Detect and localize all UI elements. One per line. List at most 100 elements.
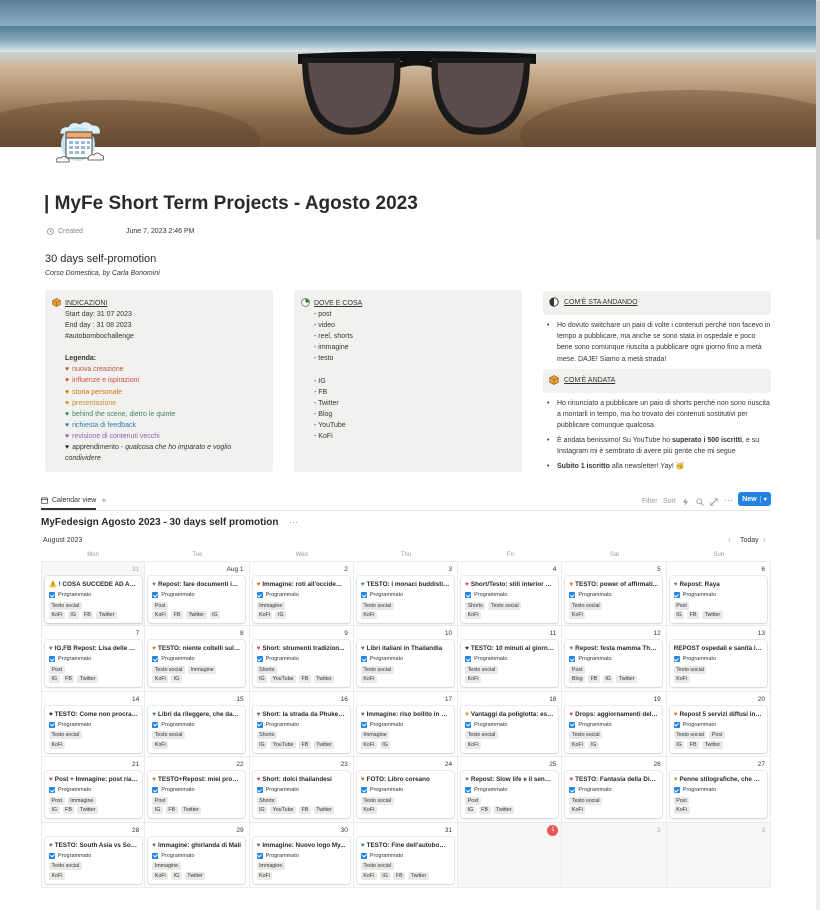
checkbox-checked-icon[interactable] bbox=[465, 592, 472, 598]
calendar-day-cell[interactable]: 4 ♥ Short/Testo: stili interior d... Progra… bbox=[458, 561, 563, 627]
event-card[interactable]: ♥ TESTO: niente coltelli sulle ... Program… bbox=[148, 640, 246, 688]
checkbox-checked-icon[interactable] bbox=[49, 592, 55, 598]
calendar-icon[interactable] bbox=[56, 120, 104, 164]
checkbox-checked-icon[interactable] bbox=[465, 787, 472, 794]
calendar-day-cell[interactable]: 19 ♥ Drops: aggiornamenti dell'... Programm… bbox=[562, 691, 667, 758]
event-card[interactable]: ♥ TESTO: i monaci buddisti d... Programmat… bbox=[356, 576, 454, 623]
chevron-right-icon[interactable]: › bbox=[763, 535, 766, 544]
expand-icon[interactable] bbox=[710, 498, 718, 506]
event-card[interactable]: ♥ Penne stilografiche, che pa... Programma… bbox=[669, 771, 767, 819]
checkbox-checked-icon[interactable] bbox=[49, 721, 55, 728]
calendar-day-cell[interactable]: 22 ♥ TESTO+Repost: miei probl... Programmat… bbox=[145, 757, 250, 823]
checkbox-checked-icon[interactable] bbox=[569, 592, 576, 598]
calendar-day-cell[interactable]: 8 ♥ TESTO: niente coltelli sulle ... Progra… bbox=[145, 626, 250, 692]
checkbox-checked-icon[interactable] bbox=[152, 592, 159, 598]
calendar-day-cell[interactable]: 9 ♥ Short: strumenti tradizion... Programma… bbox=[249, 626, 354, 692]
filter-button[interactable]: Filter bbox=[642, 498, 658, 505]
checkbox-checked-icon[interactable] bbox=[152, 656, 159, 663]
calendar-day-cell[interactable]: 6 ♥ Repost: Raya Programmato Post IG FB Twitter bbox=[666, 561, 771, 627]
chevron-down-icon[interactable]: ▾ bbox=[759, 495, 767, 503]
event-card[interactable]: ♥ Libri da rileggere, che dan... Programma… bbox=[148, 705, 246, 753]
checkbox-checked-icon[interactable] bbox=[360, 852, 367, 859]
checkbox-checked-icon[interactable] bbox=[360, 656, 367, 663]
event-card[interactable]: ♥ TESTO: South Asia vs Sout... Programmato… bbox=[45, 836, 142, 884]
calendar-day-cell[interactable]: 28 ♥ TESTO: South Asia vs Sout... Programma… bbox=[41, 822, 146, 888]
calendar-day-cell[interactable]: 23 ♥ Short: dolci thailandesi Programmato Sh… bbox=[249, 757, 354, 823]
event-card[interactable]: ♥ Drops: aggiornamenti dell'... Programmat… bbox=[565, 705, 663, 753]
callout-dove-e-cosa[interactable]: DOVE E COSA - post - video - reel, shorts -… bbox=[294, 290, 522, 472]
search-icon[interactable] bbox=[696, 498, 704, 506]
event-card[interactable]: ♥ FOTO: Libro coreano Programmato Testo soc… bbox=[356, 771, 454, 819]
event-card[interactable]: ♥ IG,FB Repost: Lisa delle Bl... Programma… bbox=[45, 640, 142, 688]
calendar-day-cell[interactable]: 24 ♥ FOTO: Libro coreano Programmato Testo s… bbox=[353, 757, 459, 823]
chevron-left-icon[interactable]: ‹ bbox=[728, 535, 731, 544]
event-card[interactable]: ♥ Post + Immagine: post rias... Programmat… bbox=[45, 771, 142, 819]
calendar-day-cell[interactable]: 5 ♥ TESTO: power of affirmati... Programmat… bbox=[562, 561, 667, 627]
event-card[interactable]: REPOST ospedali e sanità in T... Programm… bbox=[669, 640, 767, 688]
calendar-day-cell[interactable]: 16 ♥ Short: la strada da Phuket ... Program… bbox=[249, 691, 354, 758]
checkbox-checked-icon[interactable] bbox=[256, 787, 263, 794]
property-created[interactable]: Created bbox=[47, 228, 83, 235]
checkbox-checked-icon[interactable] bbox=[256, 592, 263, 598]
sort-button[interactable]: Sort bbox=[663, 498, 676, 505]
checkbox-checked-icon[interactable] bbox=[256, 852, 263, 859]
checkbox-checked-icon[interactable] bbox=[152, 852, 159, 859]
checkbox-checked-icon[interactable] bbox=[360, 787, 367, 794]
checkbox-checked-icon[interactable] bbox=[673, 592, 680, 598]
event-card[interactable]: ♥ Vantaggi da poliglotta: ess... Programma… bbox=[461, 705, 559, 753]
checkbox-checked-icon[interactable] bbox=[465, 721, 472, 728]
more-options-icon[interactable]: ··· bbox=[724, 495, 733, 505]
event-card[interactable]: ♥ TESTO: Come non procrast... Programmato T… bbox=[45, 705, 142, 753]
new-button[interactable]: New ▾ bbox=[738, 492, 771, 506]
checkbox-checked-icon[interactable] bbox=[49, 852, 55, 859]
checkbox-checked-icon[interactable] bbox=[673, 656, 680, 663]
calendar-day-cell[interactable]: 13 REPOST ospedali e sanità in T... Progra… bbox=[666, 626, 771, 692]
page-title[interactable]: | MyFe Short Term Projects - Agosto 2023 bbox=[44, 193, 418, 215]
checkbox-checked-icon[interactable] bbox=[49, 787, 55, 794]
add-view-button[interactable]: + bbox=[101, 496, 107, 507]
database-title[interactable]: MyFedesign Agosto 2023 - 30 days self pr… bbox=[41, 517, 278, 528]
event-card[interactable]: ♥ TESTO: power of affirmati... Programmato… bbox=[565, 576, 663, 623]
calendar-day-cell[interactable]: 27 ♥ Penne stilografiche, che pa... Program… bbox=[666, 757, 771, 823]
calendar-day-cell[interactable]: 25 ♥ Repost: Slow life e il senso... Progra… bbox=[458, 757, 563, 823]
event-card[interactable]: ♥ TESTO: Fine dell'autobomb... Programmato… bbox=[356, 836, 454, 884]
event-card[interactable]: ♥ Repost: Raya Programmato Post IG FB Twitter bbox=[669, 576, 767, 623]
event-card[interactable]: ♥ Immagine: riso bollito in o... Programma… bbox=[356, 705, 454, 753]
calendar-day-cell[interactable]: 21 ♥ Post + Immagine: post rias... Programm… bbox=[41, 757, 146, 823]
calendar-day-cell[interactable]: 12 ♥ Repost: festa mamma Thai... Programmat… bbox=[562, 626, 667, 692]
event-card[interactable]: ♥ Short: strumenti tradizion... Programmat… bbox=[252, 640, 350, 688]
event-card[interactable]: ♥ Immagine: ghirlanda di Mali Programmato I… bbox=[148, 836, 246, 884]
checkbox-checked-icon[interactable] bbox=[49, 656, 55, 663]
event-card[interactable]: ♥ Short/Testo: stili interior d... Program… bbox=[461, 576, 559, 623]
calendar-day-cell[interactable]: 20 ♥ Repost 5 servizi diffusi in T... Progr… bbox=[666, 691, 771, 758]
event-card[interactable]: ♥ Immagine: roti all'occident... Programma… bbox=[252, 576, 350, 623]
calendar-day-cell[interactable]: 30 ♥ Immagine: Nuovo logo My... Programmato… bbox=[249, 822, 354, 888]
event-card[interactable]: ♥ Repost: festa mamma Thai... Programmato P… bbox=[565, 640, 663, 688]
calendar-day-cell[interactable]: 1 bbox=[458, 822, 563, 888]
event-card[interactable]: ♥ Short: la strada da Phuket ... Programma… bbox=[252, 705, 350, 753]
checkbox-checked-icon[interactable] bbox=[152, 787, 159, 794]
checkbox-checked-icon[interactable] bbox=[360, 721, 367, 728]
calendar-day-cell[interactable]: 7 ♥ IG,FB Repost: Lisa delle Bl... Programm… bbox=[41, 626, 146, 692]
automation-bolt-icon[interactable] bbox=[682, 498, 689, 506]
calendar-day-cell[interactable]: 26 ♥ TESTO: Fantasia della Disney Programma… bbox=[562, 757, 667, 823]
checkbox-checked-icon[interactable] bbox=[256, 721, 263, 728]
checkbox-checked-icon[interactable] bbox=[673, 787, 680, 794]
event-card[interactable]: ♥ Short: dolci thailandesi Programmato Shor… bbox=[252, 771, 350, 819]
calendar-day-cell[interactable]: 3 bbox=[666, 822, 771, 888]
calendar-day-cell[interactable]: 11 ♥ TESTO: 10 minuti al giorno... Programm… bbox=[458, 626, 563, 692]
checkbox-checked-icon[interactable] bbox=[152, 721, 159, 728]
calendar-day-cell[interactable]: 17 ♥ Immagine: riso bollito in o... Program… bbox=[353, 691, 459, 758]
page-scrollbar[interactable] bbox=[816, 0, 820, 910]
checkbox-checked-icon[interactable] bbox=[360, 592, 367, 598]
calendar-day-cell[interactable]: 14 ♥ TESTO: Come non procrast... Programmat… bbox=[41, 691, 146, 758]
calendar-day-cell[interactable]: 10 ♥ Libri italiani in Thailandia Programma… bbox=[353, 626, 459, 692]
event-card[interactable]: ♥ TESTO: Fantasia della Disney Programmato… bbox=[565, 771, 663, 819]
event-card[interactable]: ♥ Immagine: Nuovo logo My... Programmato Im… bbox=[252, 836, 350, 884]
today-button[interactable]: Today bbox=[740, 537, 759, 544]
calendar-day-cell[interactable]: 18 ♥ Vantaggi da poliglotta: ess... Program… bbox=[458, 691, 563, 758]
checkbox-checked-icon[interactable] bbox=[256, 656, 263, 663]
calendar-day-cell[interactable]: 2 bbox=[562, 822, 667, 888]
event-card[interactable]: ♥ TESTO: 10 minuti al giorno... Programmat… bbox=[461, 640, 559, 688]
calendar-day-cell[interactable]: 3 ♥ TESTO: i monaci buddisti d... Programma… bbox=[353, 561, 459, 627]
